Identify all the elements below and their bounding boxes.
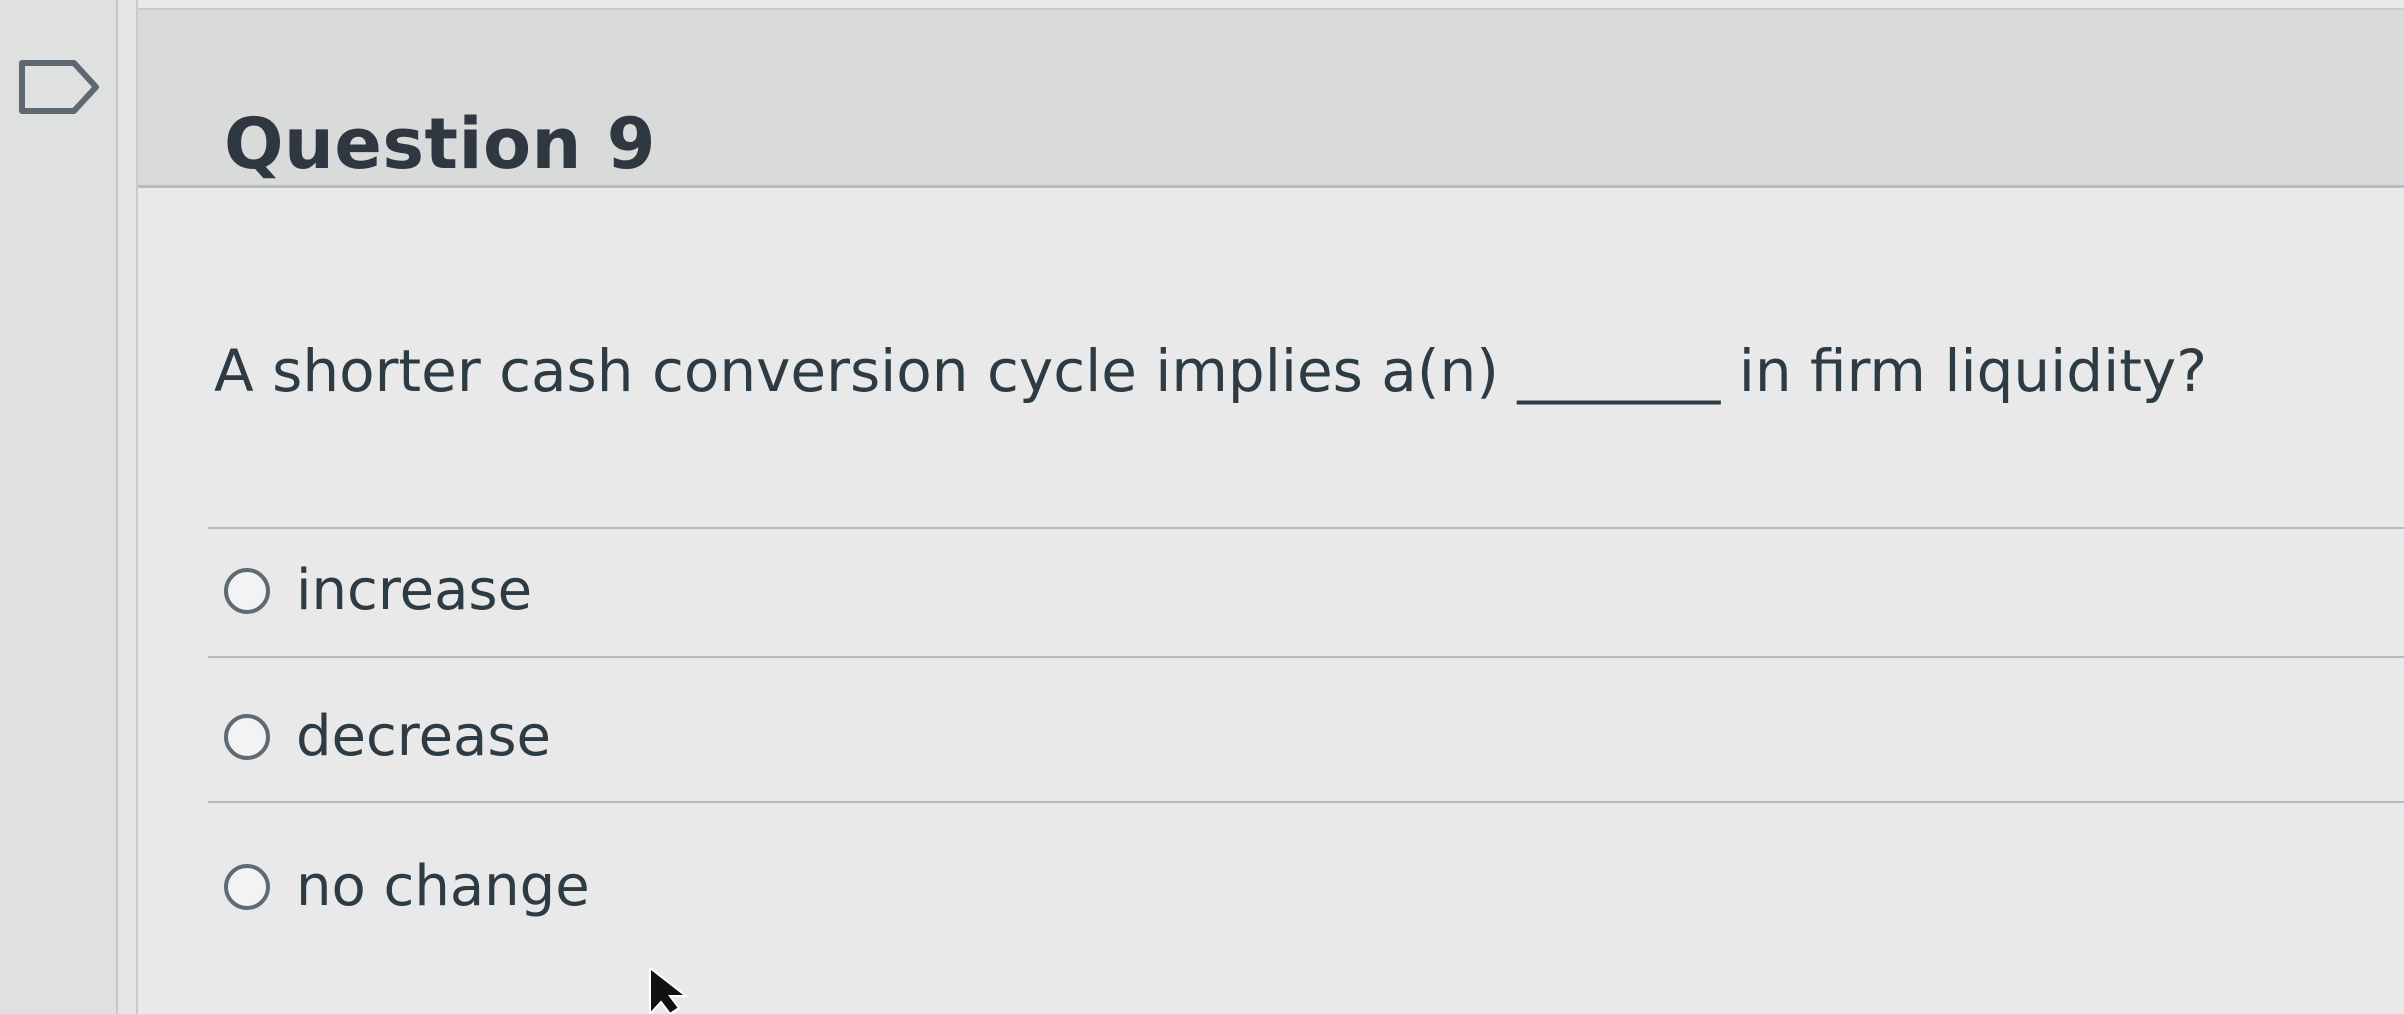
answer-label: increase [296,558,533,623]
radio-button-icon[interactable] [224,864,270,910]
answer-label: no change [296,854,590,919]
question-title: Question 9 [224,102,656,185]
answer-divider-middle [208,656,2404,658]
answer-option-increase[interactable]: increase [224,536,1424,646]
answer-option-decrease[interactable]: decrease [224,682,1424,792]
question-header: Question 9 [138,8,2404,188]
question-body: A shorter cash conversion cycle implies … [138,188,2404,1014]
answer-divider-top [208,527,2404,529]
answer-divider-bottom [208,801,2404,803]
mouse-pointer-icon [649,968,689,1014]
question-navigation-gutter [0,0,118,1014]
answer-label: decrease [296,704,551,769]
radio-button-icon[interactable] [224,568,270,614]
answer-option-no-change[interactable]: no change [224,832,1424,942]
question-card: Question 9 A shorter cash conversion cyc… [136,0,2404,1014]
flag-question-icon[interactable] [18,58,100,116]
radio-button-icon[interactable] [224,714,270,760]
question-text: A shorter cash conversion cycle implies … [214,337,2208,405]
